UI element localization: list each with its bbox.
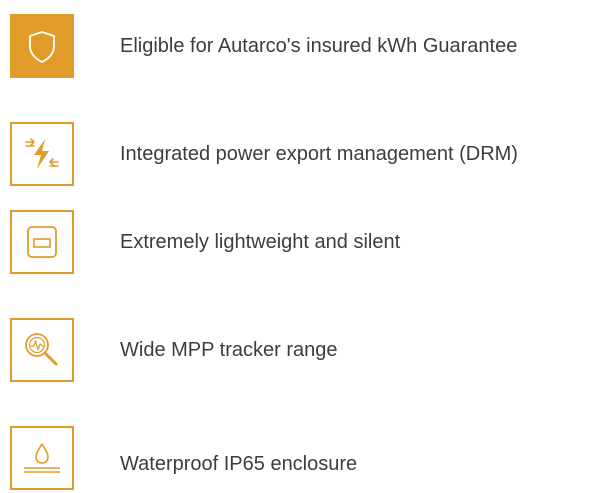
feature-label: Wide MPP tracker range [120,339,338,361]
device-icon [10,210,74,274]
feature-label: Eligible for Autarco's insured kWh Guara… [120,35,518,57]
power-export-icon [10,122,74,186]
feature-item-waterproof: Waterproof IP65 enclosure [10,426,590,490]
feature-item-power-export: Integrated power export management (DRM) [10,122,590,186]
magnifier-icon [10,318,74,382]
feature-label: Extremely lightweight and silent [120,231,401,253]
feature-item-guarantee: Eligible for Autarco's insured kWh Guara… [10,14,590,78]
feature-item-mpp-range: Wide MPP tracker range [10,318,590,382]
shield-icon [10,14,74,78]
water-drop-icon [10,426,74,490]
feature-label: Integrated power export management (DRM) [120,143,518,165]
feature-label: Waterproof IP65 enclosure [120,453,358,475]
feature-item-lightweight: Extremely lightweight and silent [10,210,590,274]
